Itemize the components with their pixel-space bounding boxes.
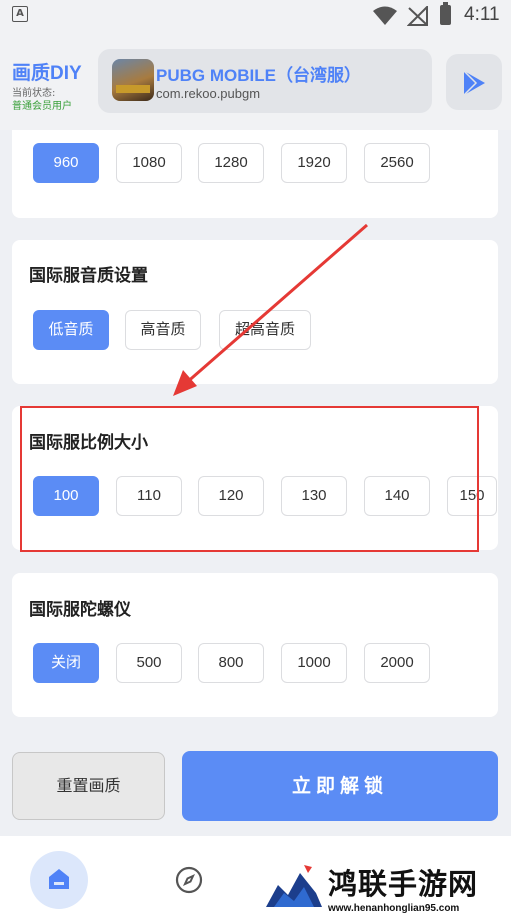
unlock-now-button[interactable]: 立即解锁	[182, 751, 498, 821]
reset-quality-button[interactable]: 重置画质	[12, 752, 165, 820]
nav-home[interactable]	[30, 851, 88, 909]
compass-icon[interactable]	[175, 866, 203, 894]
watermark: 鸿联手游网 www.henanhonglian95.com	[258, 855, 511, 920]
home-icon	[49, 869, 69, 889]
watermark-url: www.henanhonglian95.com	[328, 903, 460, 914]
watermark-logo-icon	[266, 865, 322, 907]
watermark-text: 鸿联手游网	[328, 867, 479, 901]
